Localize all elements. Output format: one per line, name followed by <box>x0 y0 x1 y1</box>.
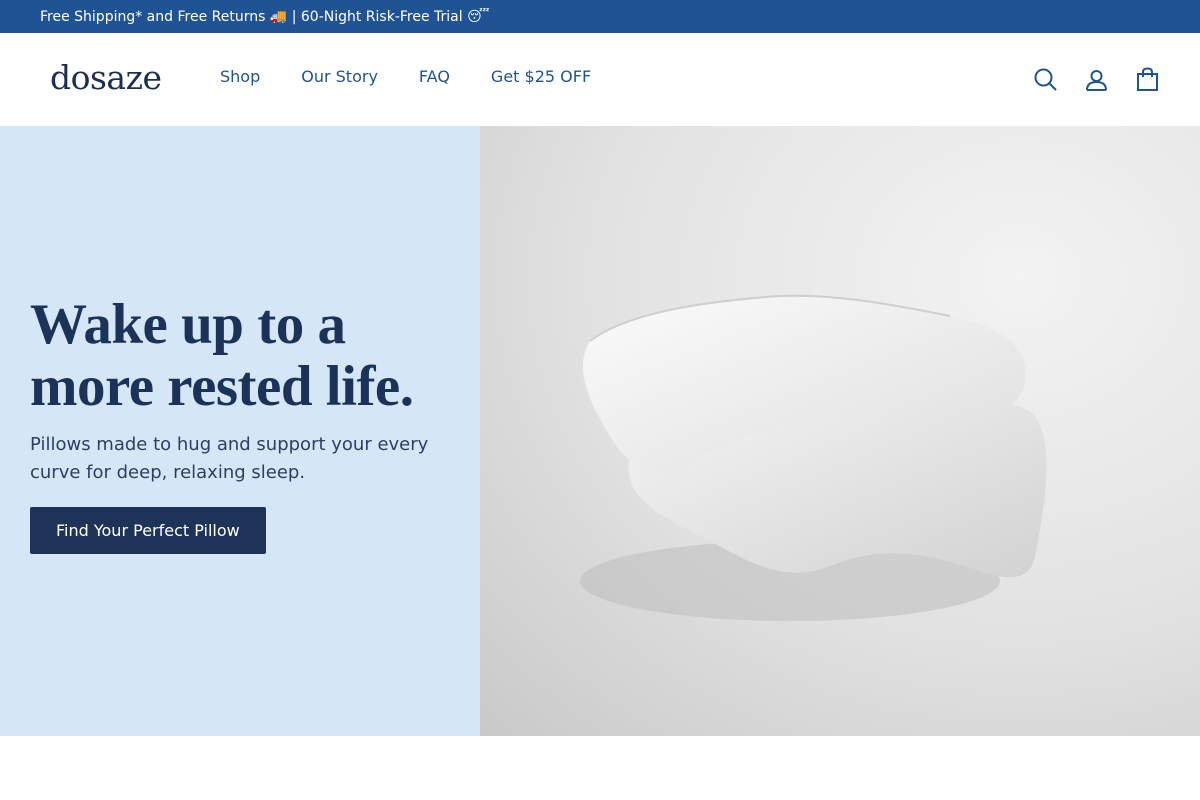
site-header: dosaze Shop Our Story FAQ Get $25 OFF <box>0 33 1200 126</box>
announcement-bar: Free Shipping* and Free Returns 🚚 | 60-N… <box>0 0 1200 33</box>
find-pillow-button[interactable]: Find Your Perfect Pillow <box>30 507 266 554</box>
nav-item-our-story[interactable]: Our Story <box>301 67 378 86</box>
hero-image <box>480 126 1200 736</box>
search-icon[interactable] <box>1033 67 1058 92</box>
header-icons <box>1033 67 1160 92</box>
logo[interactable]: dosaze <box>50 57 162 97</box>
nav-item-get-discount[interactable]: Get $25 OFF <box>491 67 591 86</box>
cart-icon[interactable] <box>1135 67 1160 92</box>
logo-text: dosaze <box>50 57 162 97</box>
announcement-text: Free Shipping* and Free Returns 🚚 | 60-N… <box>40 8 490 25</box>
hero-subtitle: Pillows made to hug and support your eve… <box>30 434 429 483</box>
nav-item-shop[interactable]: Shop <box>220 67 260 86</box>
main-nav: Shop Our Story FAQ Get $25 OFF <box>220 67 632 86</box>
nav-item-faq[interactable]: FAQ <box>419 67 450 86</box>
account-icon[interactable] <box>1084 67 1109 92</box>
pillow-illustration <box>580 294 1047 621</box>
hero-title: Wake up to a more rested life. <box>30 293 414 418</box>
hero-text-panel: Wake up to a more rested life. Pillows m… <box>0 126 480 736</box>
